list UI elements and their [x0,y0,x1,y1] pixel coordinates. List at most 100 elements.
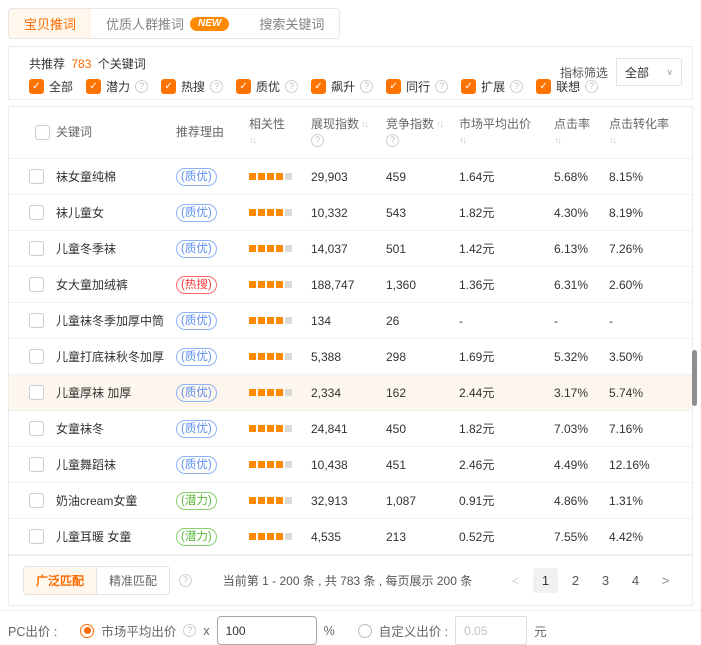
ctr-cell: 7.03% [554,422,609,436]
match-mode-2[interactable]: 精准匹配 [96,567,169,594]
relevance-bar [276,209,283,216]
relevance-bar [267,389,274,396]
row-checkbox[interactable] [29,277,44,292]
sort-icon[interactable]: ↑↓ [459,134,466,147]
filter-option[interactable]: ✓飙升? [311,78,373,95]
relevance-bar [258,497,265,504]
relevance-bars [249,353,292,360]
checkbox-checked-icon[interactable]: ✓ [86,79,101,94]
impression-cell-text: 2,334 [311,386,341,400]
sort-icon[interactable]: ↑↓ [361,118,368,131]
filter-option-label: 同行 [406,78,430,95]
pagination-page-1[interactable]: 1 [533,568,558,593]
sort-icon[interactable]: ↑↓ [609,134,616,147]
pagination-next[interactable]: > [653,568,678,593]
market-multiplier-input[interactable] [217,616,317,645]
sort-icon[interactable]: ↑↓ [436,118,443,131]
help-icon: ? [510,80,523,93]
cvr-cell: 8.15% [609,170,692,184]
column-relevance-label: 相关性 [249,118,285,131]
row-checkbox[interactable] [29,421,44,436]
column-keyword: 关键词 [56,126,176,139]
custom-price-input[interactable] [455,616,527,645]
relevance-bars [249,497,292,504]
competition-cell-text: 213 [386,530,406,544]
competition-cell: 162 [386,386,459,400]
relevance-bar [249,281,256,288]
table-header: 关键词 推荐理由 相关性 ↑↓ 展现指数 ↑↓ ? 竞争指数 ↑↓ [9,107,692,159]
sort-icon[interactable]: ↑↓ [554,134,561,147]
filter-option[interactable]: ✓质优? [236,78,298,95]
cvr-cell: 5.74% [609,386,692,400]
relevance-bar [249,209,256,216]
filter-option[interactable]: ✓潜力? [86,78,148,95]
checkbox-checked-icon[interactable]: ✓ [311,79,326,94]
row-checkbox[interactable] [29,349,44,364]
column-ctr[interactable]: 点击率 ↑↓ [554,118,609,147]
relevance-bars [249,281,292,288]
filter-option[interactable]: ✓扩展? [461,78,523,95]
relevance-bar [285,461,292,468]
checkbox-checked-icon[interactable]: ✓ [461,79,476,94]
checkbox-checked-icon[interactable]: ✓ [236,79,251,94]
column-relevance[interactable]: 相关性 ↑↓ [249,118,311,147]
relevance-bar [276,173,283,180]
pagination-page-2[interactable]: 2 [563,568,588,593]
ctr-cell: 6.31% [554,278,609,292]
column-impression[interactable]: 展现指数 ↑↓ ? [311,118,386,147]
filter-option-label: 全部 [49,78,73,95]
column-cvr[interactable]: 点击转化率 ↑↓ [609,118,692,147]
tab-3[interactable]: 搜索关键词 [244,9,339,38]
help-icon: ? [135,80,148,93]
sort-icon[interactable]: ↑↓ [249,134,256,147]
column-competition[interactable]: 竞争指数 ↑↓ ? [386,118,459,147]
custom-price-radio[interactable] [358,624,372,638]
column-avg-price[interactable]: 市场平均出价 ↑↓ [459,118,554,147]
relevance-bar [276,353,283,360]
row-checkbox[interactable] [29,529,44,544]
filter-option[interactable]: ✓热搜? [161,78,223,95]
pagination-page-4[interactable]: 4 [623,568,648,593]
scrollbar-thumb[interactable] [692,350,697,406]
select-all-checkbox[interactable] [35,125,50,140]
tab-1[interactable]: 宝贝推词 [9,9,91,38]
relevance-bar [258,425,265,432]
row-checkbox[interactable] [29,205,44,220]
avg-price-cell-text: 0.91元 [459,492,494,509]
row-checkbox[interactable] [29,241,44,256]
metric-filter-select[interactable]: 全部 ∨ [616,58,682,86]
ctr-cell-text: 4.86% [554,494,588,508]
avg-price-cell-text: 1.82元 [459,204,494,221]
pagination-page-3[interactable]: 3 [593,568,618,593]
cvr-cell: 3.50% [609,350,692,364]
filter-option[interactable]: ✓同行? [386,78,448,95]
keyword-cell: 女大童加绒裤 [56,276,176,293]
row-checkbox[interactable] [29,313,44,328]
tab-2[interactable]: 优质人群推词NEW [91,9,244,38]
relevance-bars [249,173,292,180]
table-row: 儿童冬季袜(质优)14,0375011.42元6.13%7.26% [9,231,692,267]
row-checkbox[interactable] [29,493,44,508]
row-checkbox[interactable] [29,385,44,400]
checkbox-checked-icon[interactable]: ✓ [29,79,44,94]
market-price-radio[interactable] [80,624,94,638]
relevance-bar [258,281,265,288]
impression-cell-text: 10,438 [311,458,348,472]
competition-cell-text: 298 [386,350,406,364]
checkbox-checked-icon[interactable]: ✓ [536,79,551,94]
row-checkbox[interactable] [29,457,44,472]
row-checkbox[interactable] [29,169,44,184]
relevance-bar [267,317,274,324]
keyword-cell: 袜女童纯棉 [56,168,176,185]
new-badge: NEW [190,17,229,31]
match-mode-1[interactable]: 广泛匹配 [24,567,96,594]
filter-option[interactable]: ✓ 全部 [29,78,73,95]
relevance-bar [258,173,265,180]
checkbox-checked-icon[interactable]: ✓ [386,79,401,94]
reason-cell: (潜力) [176,492,249,510]
pagination-prev[interactable]: < [503,568,528,593]
relevance-cell [249,461,311,468]
checkbox-checked-icon[interactable]: ✓ [161,79,176,94]
impression-cell-text: 4,535 [311,530,341,544]
competition-cell: 298 [386,350,459,364]
